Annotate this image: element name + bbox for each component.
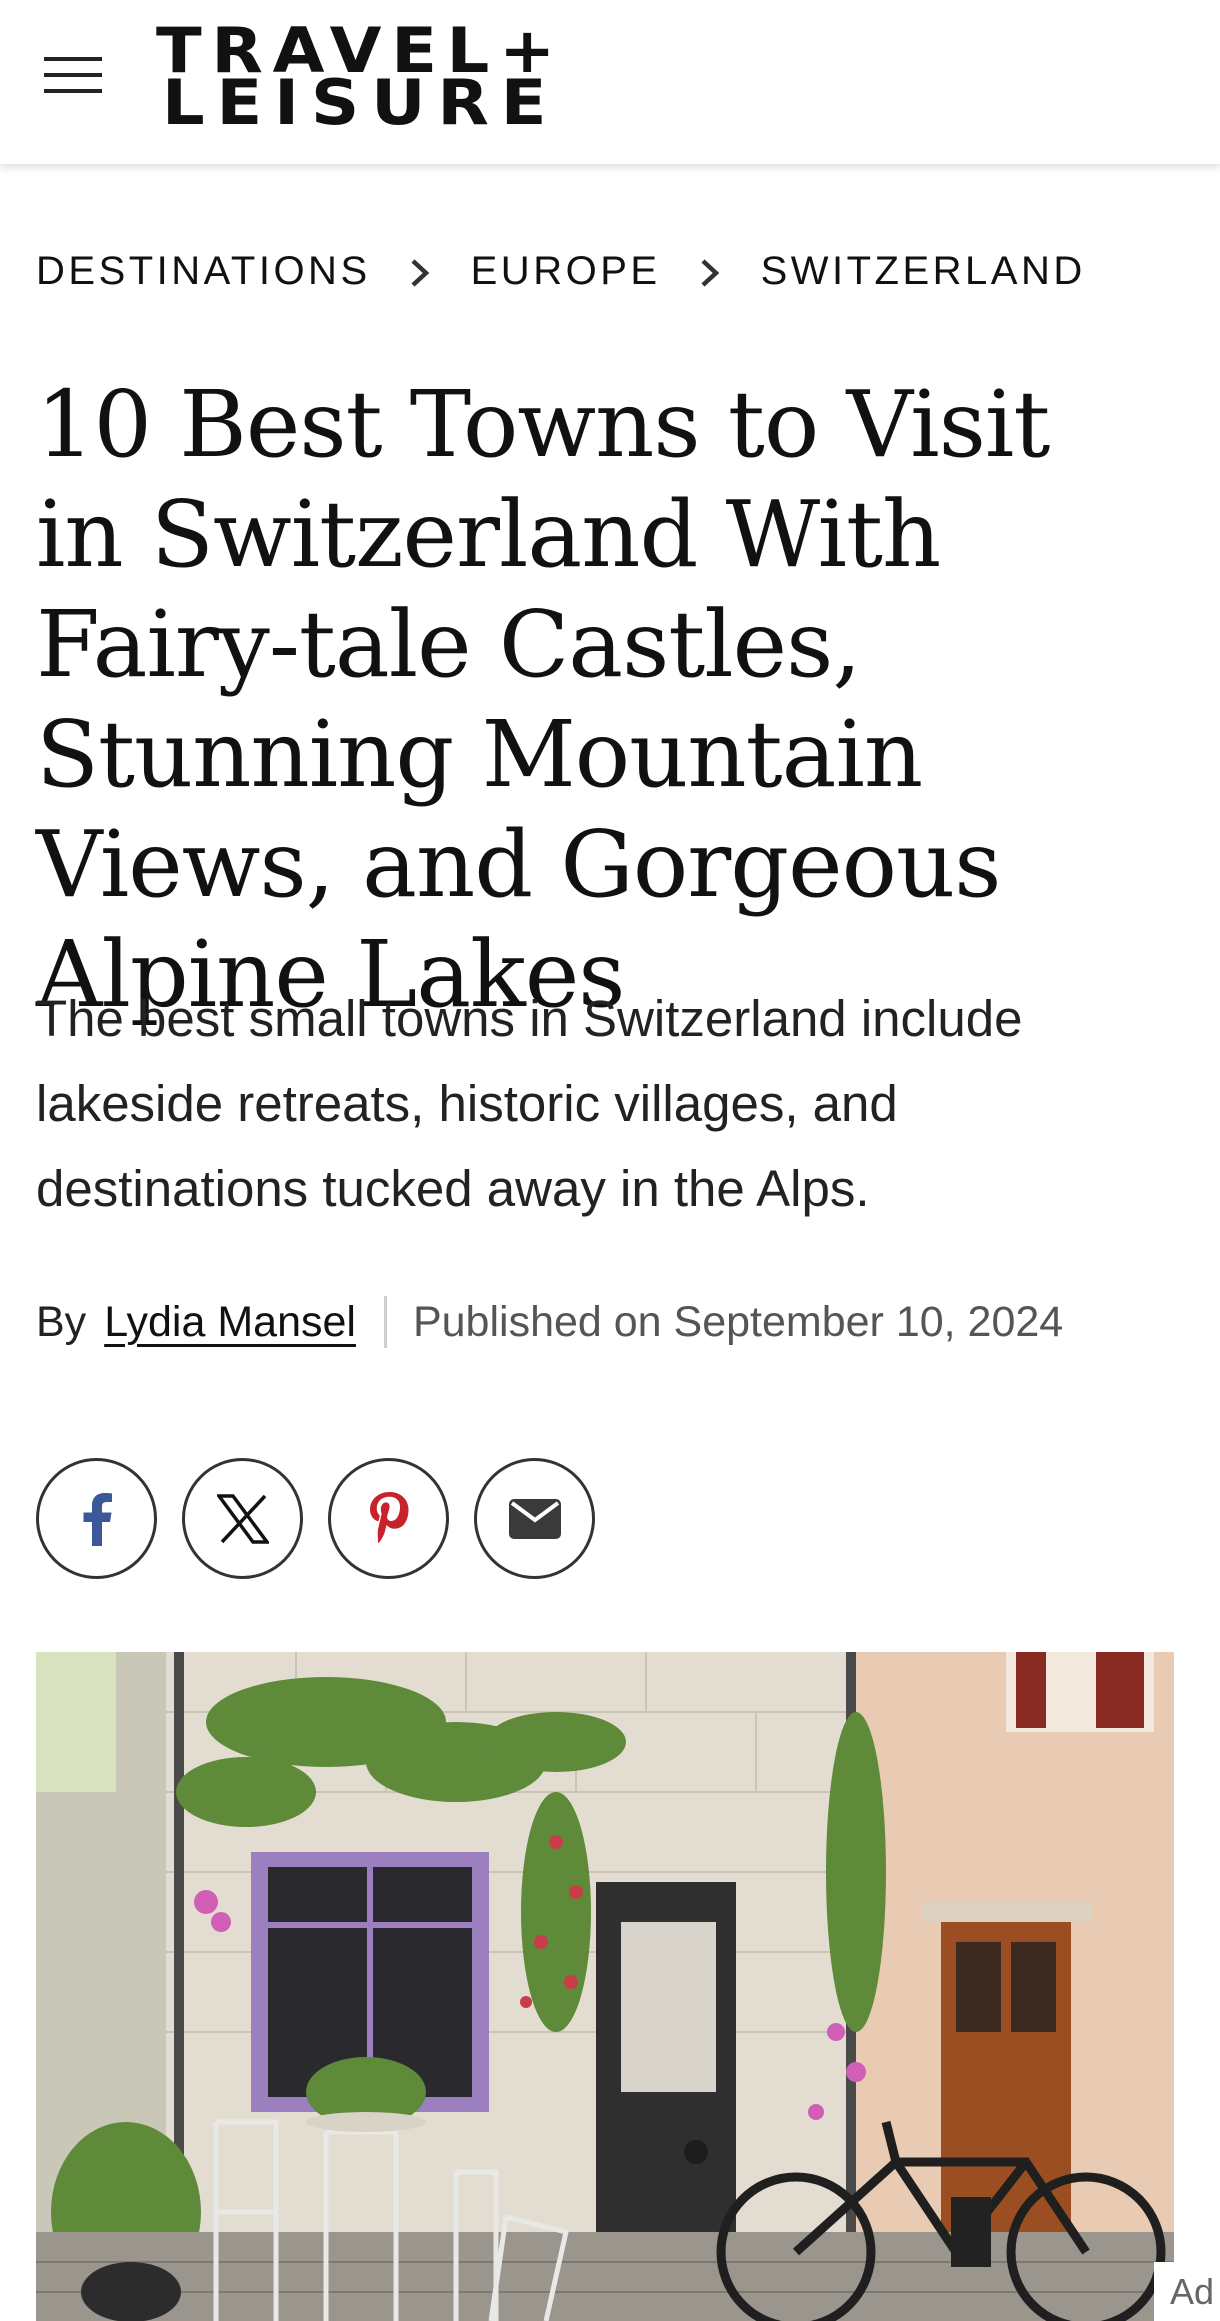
share-pinterest-button[interactable] xyxy=(328,1458,449,1579)
share-email-button[interactable] xyxy=(474,1458,595,1579)
byline-prefix: By xyxy=(36,1297,87,1346)
logo-line-2: LEISURE xyxy=(162,66,559,139)
site-header: TRAVEL+ LEISURE xyxy=(0,0,1220,164)
chevron-right-icon xyxy=(371,246,471,296)
envelope-icon xyxy=(508,1498,561,1539)
site-logo[interactable]: TRAVEL+ LEISURE xyxy=(156,20,586,134)
byline-divider xyxy=(383,1296,387,1348)
breadcrumb-item-destinations[interactable]: DESTINATIONS xyxy=(36,249,371,294)
article-subtitle: The best small towns in Switzerland incl… xyxy=(36,990,1023,1217)
published-date: Published on September 10, 2024 xyxy=(412,1297,1064,1346)
chevron-right-icon xyxy=(661,246,761,296)
breadcrumb-item-europe[interactable]: EUROPE xyxy=(471,249,661,294)
facebook-icon xyxy=(83,1492,112,1546)
share-facebook-button[interactable] xyxy=(36,1458,157,1579)
hero-image xyxy=(36,1652,1174,2321)
byline: By Lydia Mansel Published on September 1… xyxy=(36,1290,1063,1354)
author-link[interactable]: Lydia Mansel xyxy=(104,1298,356,1347)
breadcrumb: DESTINATIONS EUROPE SWITZERLAND xyxy=(36,246,1086,296)
pinterest-icon xyxy=(369,1491,408,1543)
breadcrumb-item-switzerland[interactable]: SWITZERLAND xyxy=(761,249,1086,294)
article-title: 10 Best Towns to Visit in Switzerland Wi… xyxy=(36,371,1050,1028)
hamburger-menu-icon[interactable] xyxy=(44,57,102,93)
share-x-button[interactable] xyxy=(182,1458,303,1579)
ad-badge[interactable]: Ad xyxy=(1154,2262,1220,2321)
x-twitter-icon xyxy=(216,1493,269,1544)
